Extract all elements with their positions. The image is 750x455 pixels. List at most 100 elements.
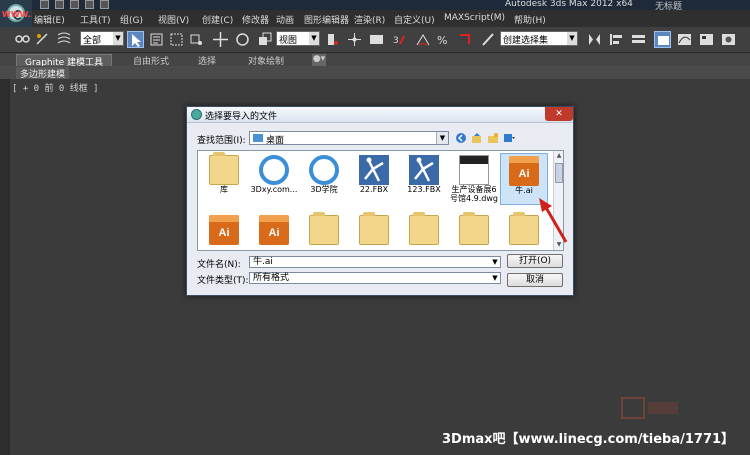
- chevron-down-icon: ▼: [567, 32, 577, 45]
- file-name-line-2: 号馆4.9.dwg: [450, 194, 498, 203]
- menu-edit[interactable]: 编辑(E): [34, 13, 65, 26]
- window-crossing-icon[interactable]: [188, 31, 205, 48]
- watermark-logo-icon: [621, 397, 678, 419]
- look-in-dropdown[interactable]: 桌面 ▼: [249, 131, 449, 146]
- look-in-label: 查找范围(I):: [197, 136, 246, 146]
- select-object-icon[interactable]: [127, 31, 144, 48]
- file-name: 3D学院: [310, 185, 338, 194]
- bind-spacewarp-icon[interactable]: [56, 31, 73, 48]
- edit-named-selection-icon[interactable]: [480, 31, 497, 48]
- undo-icon[interactable]: [85, 0, 94, 9]
- schematic-view-icon[interactable]: [698, 31, 715, 48]
- menu-tools[interactable]: 工具(T): [80, 13, 111, 26]
- list-item[interactable]: Ai: [200, 213, 248, 250]
- mirror-icon[interactable]: [586, 31, 603, 48]
- menu-modifiers[interactable]: 修改器: [242, 13, 269, 26]
- open-button[interactable]: 打开(O): [507, 254, 563, 268]
- tab-graphite-modeling[interactable]: Graphite 建模工具: [16, 54, 113, 68]
- folder-icon: [509, 212, 539, 245]
- chevron-down-icon: ▼: [309, 32, 319, 45]
- percent-snap-icon[interactable]: %: [436, 31, 453, 48]
- list-item[interactable]: 库: [200, 152, 248, 205]
- tab-freeform[interactable]: 自由形式: [133, 54, 169, 67]
- tab-object-paint[interactable]: 对象绘制: [248, 54, 284, 67]
- redo-icon[interactable]: [100, 0, 109, 9]
- file-name: 3Dxy.com...: [250, 185, 298, 194]
- main-toolbar: 全部 ▼ 视图 ▼ 3 % 创建选择集 ▼: [0, 27, 750, 53]
- ai-file-icon: Ai: [209, 215, 239, 245]
- layer-manager-icon[interactable]: [630, 31, 647, 48]
- open-file-icon[interactable]: [55, 0, 64, 9]
- filetype-value: 所有格式: [253, 273, 290, 283]
- list-item[interactable]: 3D学院: [300, 153, 348, 205]
- menu-help[interactable]: 帮助(H): [514, 13, 546, 26]
- ribbon-tabs: Graphite 建模工具 自由形式 选择 对象绘制 ●▾: [0, 53, 750, 68]
- save-file-icon[interactable]: [70, 0, 79, 9]
- pivot-center-icon[interactable]: [324, 31, 341, 48]
- viewport-label[interactable]: [ + 0 前 0 线框 ]: [12, 81, 99, 94]
- menu-graph-editors[interactable]: 图形编辑器: [304, 13, 349, 26]
- file-name: 22.FBX: [359, 185, 389, 194]
- menu-animation[interactable]: 动画: [276, 13, 294, 26]
- rotate-icon[interactable]: [234, 31, 251, 48]
- desktop-icon: [253, 134, 263, 142]
- fbx-file-icon: [359, 155, 389, 185]
- graphite-toggle-icon[interactable]: [654, 31, 671, 48]
- select-manipulate-icon[interactable]: [346, 31, 363, 48]
- rectangular-selection-icon[interactable]: [168, 31, 185, 48]
- tab-selection[interactable]: 选择: [198, 54, 216, 67]
- list-item[interactable]: 3Dxy.com...: [250, 153, 298, 205]
- menu-rendering[interactable]: 渲染(R): [354, 13, 385, 26]
- curve-editor-icon[interactable]: [676, 31, 693, 48]
- shortcut-icon: [259, 155, 289, 185]
- new-folder-icon[interactable]: [487, 132, 499, 144]
- keyboard-shortcut-icon[interactable]: [368, 31, 385, 48]
- dialog-titlebar[interactable]: 选择要导入的文件 ✕: [187, 107, 573, 123]
- close-button[interactable]: ✕: [545, 107, 573, 121]
- svg-text:%: %: [437, 34, 447, 47]
- folder-icon: [409, 212, 439, 245]
- ribbon-options-icon[interactable]: ●▾: [312, 54, 326, 66]
- selection-filter-dropdown[interactable]: 全部 ▼: [80, 31, 124, 46]
- angle-snap-icon[interactable]: [414, 31, 431, 48]
- spinner-snap-icon[interactable]: [456, 31, 473, 48]
- snaps-toggle-icon[interactable]: 3: [392, 31, 409, 48]
- menu-group[interactable]: 组(G): [120, 13, 143, 26]
- view-menu-icon[interactable]: [503, 132, 515, 144]
- list-item[interactable]: Ai: [250, 213, 298, 250]
- menu-views[interactable]: 视图(V): [158, 13, 189, 26]
- back-icon[interactable]: [455, 132, 467, 144]
- file-name: 牛.ai: [515, 186, 533, 195]
- list-item[interactable]: [300, 212, 348, 250]
- menu-customize[interactable]: 自定义(U): [394, 13, 435, 26]
- new-file-icon[interactable]: [40, 0, 49, 9]
- chevron-down-icon: ▼: [492, 274, 498, 282]
- list-item[interactable]: [450, 212, 498, 250]
- list-item[interactable]: 生产设备展6 号馆4.9.dwg: [450, 153, 498, 205]
- scroll-thumb[interactable]: [555, 163, 563, 183]
- reference-coordinate-dropdown[interactable]: 视图 ▼: [276, 31, 320, 46]
- menu-maxscript[interactable]: MAXScript(M): [444, 13, 505, 23]
- named-selection-dropdown[interactable]: 创建选择集 ▼: [500, 31, 578, 46]
- select-by-name-icon[interactable]: [148, 31, 165, 48]
- scroll-up-icon[interactable]: ▲: [554, 151, 563, 161]
- list-item[interactable]: 22.FBX: [350, 153, 398, 205]
- align-icon[interactable]: [608, 31, 625, 48]
- list-item[interactable]: [400, 212, 448, 250]
- ribbon-panel: 多边形建模: [0, 66, 750, 80]
- cancel-button[interactable]: 取消: [507, 273, 563, 287]
- move-icon[interactable]: [212, 31, 229, 48]
- list-item[interactable]: [350, 212, 398, 250]
- filetype-select[interactable]: 所有格式 ▼: [249, 272, 501, 284]
- unlink-icon[interactable]: [34, 31, 51, 48]
- material-editor-icon[interactable]: [720, 31, 737, 48]
- chevron-down-icon: ▼: [492, 258, 498, 266]
- dwg-file-icon: [459, 155, 489, 185]
- list-item[interactable]: 123.FBX: [400, 153, 448, 205]
- filename-input[interactable]: 牛.ai ▼: [249, 256, 501, 268]
- link-icon[interactable]: [14, 31, 31, 48]
- up-folder-icon[interactable]: [471, 132, 483, 144]
- menu-create[interactable]: 创建(C): [202, 13, 233, 26]
- scale-icon[interactable]: [256, 31, 273, 48]
- folder-icon: [459, 212, 489, 245]
